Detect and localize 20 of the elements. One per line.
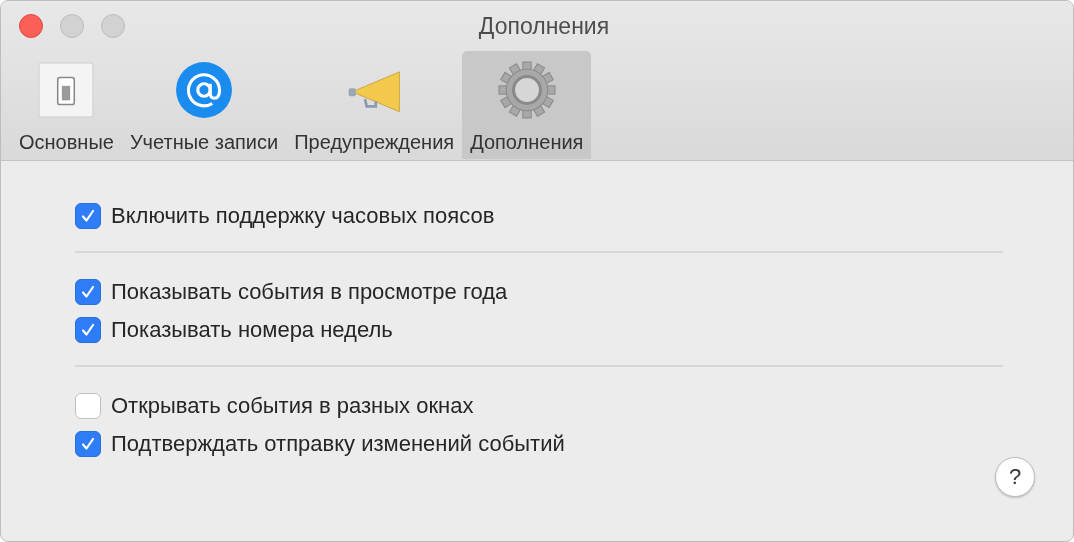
- toolbar-tab[interactable]: Предупреждения: [286, 51, 463, 159]
- switch-icon: [37, 61, 96, 119]
- checkbox[interactable]: [75, 431, 101, 457]
- checkbox[interactable]: [75, 317, 101, 343]
- checkbox-label: Открывать события в разных окнах: [111, 393, 474, 419]
- toolbar-tab[interactable]: Дополнения: [462, 51, 592, 159]
- close-button[interactable]: [19, 14, 43, 38]
- toolbar-tab[interactable]: Учетные записи: [121, 51, 287, 159]
- checkbox[interactable]: [75, 279, 101, 305]
- window-title: Дополнения: [478, 12, 610, 40]
- help-button[interactable]: ?: [995, 457, 1035, 497]
- at-sign-icon: [175, 61, 234, 119]
- checkbox-label: Подтверждать отправку изменений событий: [111, 431, 565, 457]
- checkbox[interactable]: [75, 203, 101, 229]
- gear-icon: [497, 61, 556, 119]
- checkbox-label: Показывать события в просмотре года: [111, 279, 508, 305]
- checkbox-label: Показывать номера недель: [111, 317, 393, 343]
- toolbar-tab[interactable]: Основные: [11, 51, 122, 159]
- checkbox[interactable]: [75, 393, 101, 419]
- checkbox-label: Включить поддержку часовых поясов: [111, 203, 495, 229]
